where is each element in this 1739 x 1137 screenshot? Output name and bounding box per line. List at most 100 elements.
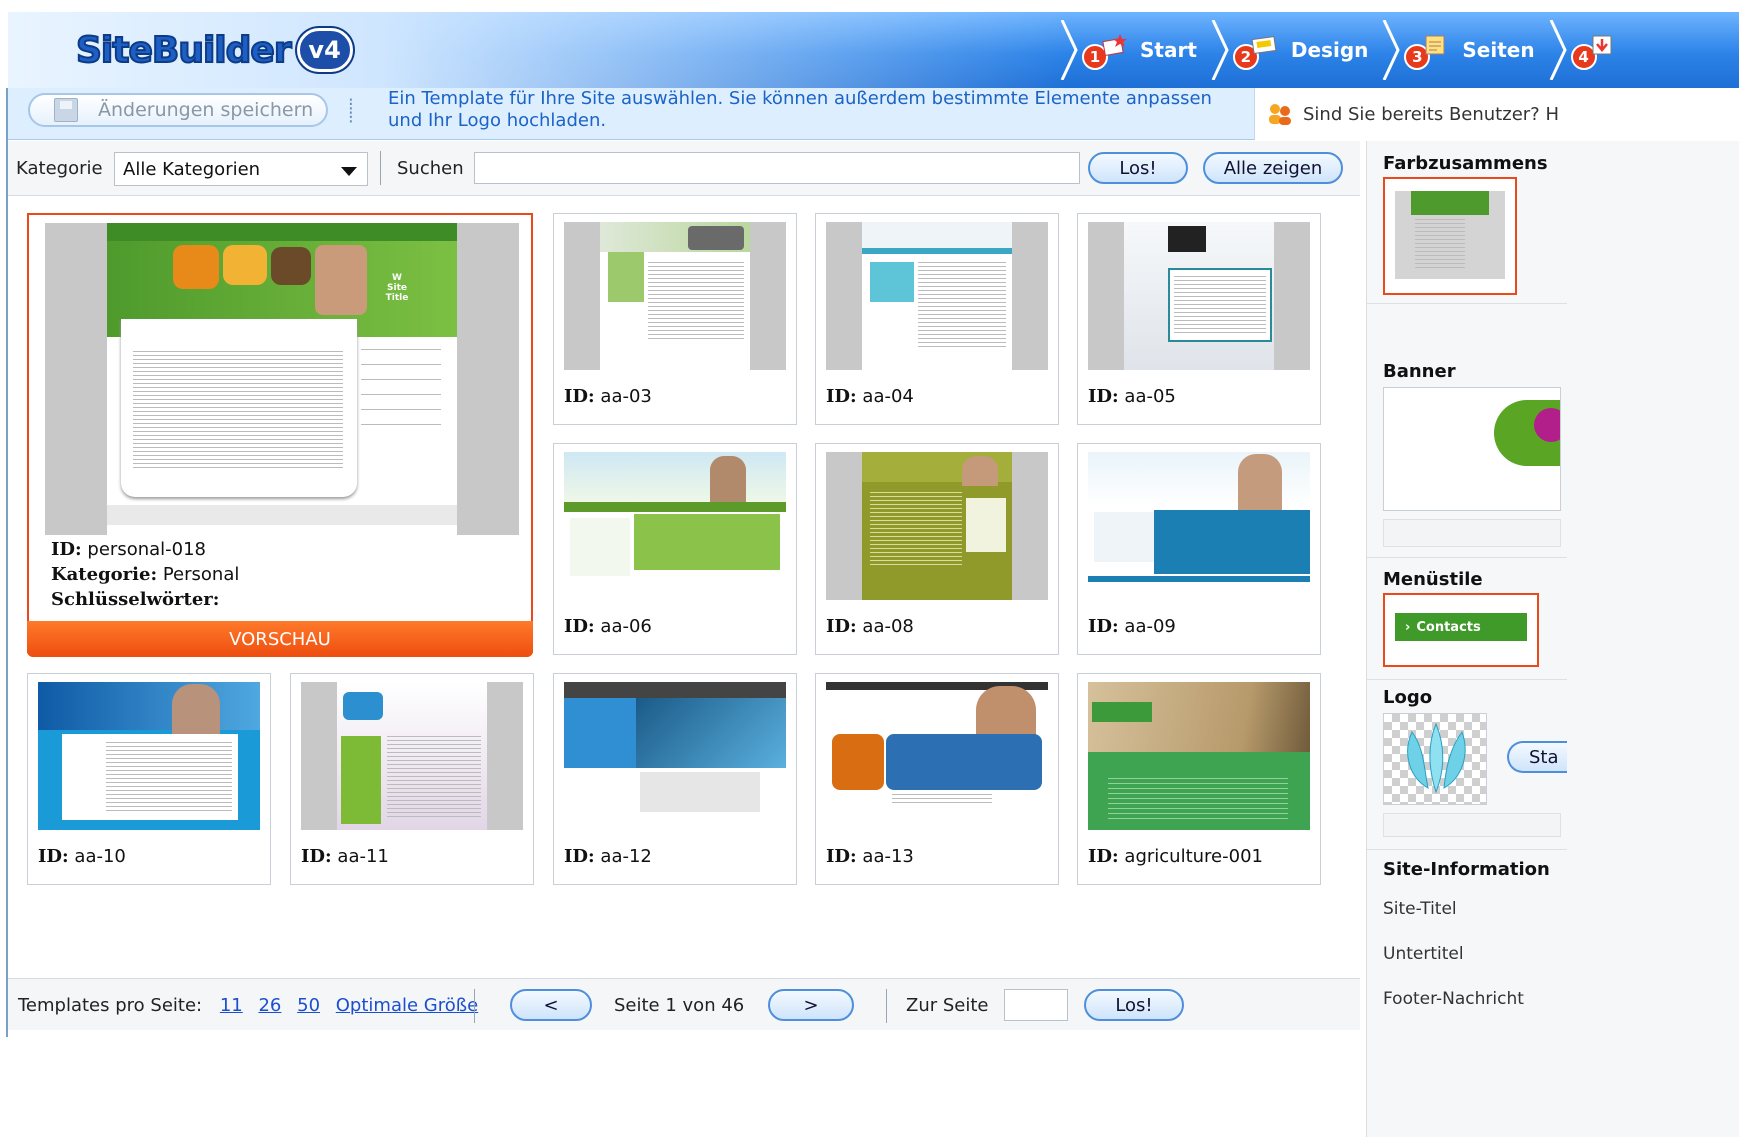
per-page-26-link[interactable]: 26 — [258, 995, 281, 1016]
template-id: ID: aa-05 — [1088, 386, 1176, 407]
action-bar: Änderungen speichern ⁝ ⁝ Ein Template für… — [8, 88, 1739, 140]
selected-template-meta: ID: personal-018 Kategorie: Personal Sch… — [51, 537, 239, 612]
template-thumbnail — [826, 222, 1048, 370]
divider — [1367, 557, 1567, 558]
template-card[interactable]: ID: agriculture-001 — [1077, 673, 1321, 885]
step-publish[interactable]: 4 — [1549, 12, 1643, 88]
category-select[interactable]: Alle Kategorien — [114, 152, 368, 186]
selected-template-category: Kategorie: Personal — [51, 564, 240, 585]
users-icon — [1269, 104, 1291, 125]
template-thumbnail — [1088, 682, 1310, 830]
logo-scrollbar[interactable] — [1383, 813, 1561, 837]
template-card[interactable]: ID: aa-09 — [1077, 443, 1321, 655]
template-id: ID: agriculture-001 — [1088, 846, 1263, 867]
prev-page-button[interactable]: < — [510, 989, 592, 1021]
template-card[interactable]: ID: aa-13 — [815, 673, 1059, 885]
chevron-right-icon — [1060, 20, 1078, 80]
per-page-control: Templates pro Seite: 11 26 50 Optimale G… — [18, 995, 488, 1016]
site-title-label: Site-Titel — [1383, 899, 1457, 919]
template-card[interactable]: ID: aa-06 — [553, 443, 797, 655]
template-id: ID: aa-08 — [826, 616, 914, 637]
customization-panel: Farbzusammens Banner Menüstile › Contact… — [1366, 141, 1739, 1137]
template-card[interactable]: ID: aa-03 — [553, 213, 797, 425]
pages-icon — [1425, 35, 1445, 55]
banner-title: Banner — [1383, 361, 1456, 382]
existing-user-text: Sind Sie bereits Benutzer? H — [1303, 103, 1559, 125]
category-select-value: Alle Kategorien — [123, 159, 261, 180]
next-page-button[interactable]: > — [768, 989, 854, 1021]
template-thumbnail — [826, 682, 1048, 830]
template-card[interactable]: ID: aa-10 — [27, 673, 271, 885]
optimal-size-link[interactable]: Optimale Größe — [336, 995, 478, 1016]
menu-style-swatch[interactable]: › Contacts — [1383, 593, 1539, 667]
footer-message-label: Footer-Nachricht — [1383, 989, 1524, 1009]
template-card[interactable]: ID: aa-05 — [1077, 213, 1321, 425]
banner-preview[interactable] — [1383, 387, 1561, 511]
logo-preview[interactable] — [1383, 713, 1487, 805]
selected-template-id: ID: personal-018 — [51, 539, 207, 560]
search-go-button[interactable]: Los! — [1088, 152, 1188, 184]
step-label: Seiten — [1462, 38, 1535, 62]
template-id: ID: aa-10 — [38, 846, 126, 867]
grip-dots-icon: ⁝ ⁝ — [348, 94, 354, 128]
divider — [474, 989, 475, 1023]
logo-leaves-icon — [1407, 722, 1466, 794]
selected-template-keywords: Schlüsselwörter: — [51, 589, 220, 610]
banner-scrollbar[interactable] — [1383, 519, 1561, 547]
goto-page-input[interactable] — [1004, 989, 1068, 1021]
site-info-title: Site-Information — [1383, 859, 1550, 880]
template-id: ID: aa-09 — [1088, 616, 1176, 637]
color-scheme-title: Farbzusammens — [1383, 153, 1548, 174]
template-id: ID: aa-06 — [564, 616, 652, 637]
search-label: Suchen — [397, 158, 464, 179]
floppy-disk-icon — [54, 98, 78, 122]
wizard-steps: 1 Start 2 Design 3 Seiten 4 — [1060, 12, 1643, 88]
goto-page-go-button[interactable]: Los! — [1084, 989, 1184, 1021]
step-design[interactable]: 2 Design — [1211, 12, 1382, 88]
template-thumbnail — [564, 452, 786, 600]
template-card[interactable]: ID: aa-12 — [553, 673, 797, 885]
template-card[interactable]: ID: aa-08 — [815, 443, 1059, 655]
template-card[interactable]: ID: aa-11 — [290, 673, 534, 885]
show-all-button[interactable]: Alle zeigen — [1203, 152, 1343, 184]
step-label: Design — [1290, 38, 1369, 62]
template-thumbnail — [301, 682, 523, 830]
logo-upload-button[interactable]: Sta — [1507, 741, 1567, 773]
logo-title: Logo — [1383, 687, 1433, 708]
search-input[interactable] — [474, 152, 1080, 184]
app-logo[interactable]: SiteBuilder v4 — [75, 28, 353, 72]
save-changes-label: Änderungen speichern — [98, 99, 314, 121]
step-seiten[interactable]: 3 Seiten — [1382, 12, 1548, 88]
selected-template-card[interactable]: W Site Title ID: personal-018 Kategorie: … — [27, 213, 533, 653]
divider — [1367, 303, 1567, 304]
template-thumbnail — [564, 682, 786, 830]
template-id: ID: aa-12 — [564, 846, 652, 867]
goto-page-label: Zur Seite — [906, 995, 989, 1016]
color-scheme-swatch[interactable] — [1383, 177, 1517, 295]
menu-sample: › Contacts — [1395, 613, 1527, 641]
per-page-11-link[interactable]: 11 — [220, 995, 243, 1016]
preview-button[interactable]: VORSCHAU — [27, 621, 533, 657]
template-thumbnail — [1088, 222, 1310, 370]
step-label: Start — [1140, 38, 1197, 62]
divider — [886, 989, 887, 1023]
filter-bar: Kategorie Alle Kategorien Suchen Los! Al… — [8, 141, 1360, 196]
category-label: Kategorie — [16, 158, 103, 179]
per-page-50-link[interactable]: 50 — [297, 995, 320, 1016]
step-start[interactable]: 1 Start — [1060, 12, 1211, 88]
menu-styles-title: Menüstile — [1383, 569, 1483, 590]
existing-user-prompt[interactable]: Sind Sie bereits Benutzer? H — [1254, 88, 1739, 140]
logo-version-badge: v4 — [296, 28, 353, 72]
template-thumbnail[interactable]: W Site Title — [45, 223, 519, 535]
menu-sample-label: Contacts — [1416, 619, 1481, 635]
download-icon — [1592, 35, 1612, 55]
template-thumbnail — [564, 222, 786, 370]
template-card[interactable]: ID: aa-04 — [815, 213, 1059, 425]
template-thumbnail — [826, 452, 1048, 600]
chevron-right-icon — [1383, 20, 1401, 80]
pagination-bar: Templates pro Seite: 11 26 50 Optimale G… — [8, 978, 1360, 1030]
save-changes-button[interactable]: Änderungen speichern — [28, 93, 328, 127]
divider — [1367, 679, 1567, 680]
chevron-right-icon — [1211, 20, 1229, 80]
template-id: ID: aa-03 — [564, 386, 652, 407]
